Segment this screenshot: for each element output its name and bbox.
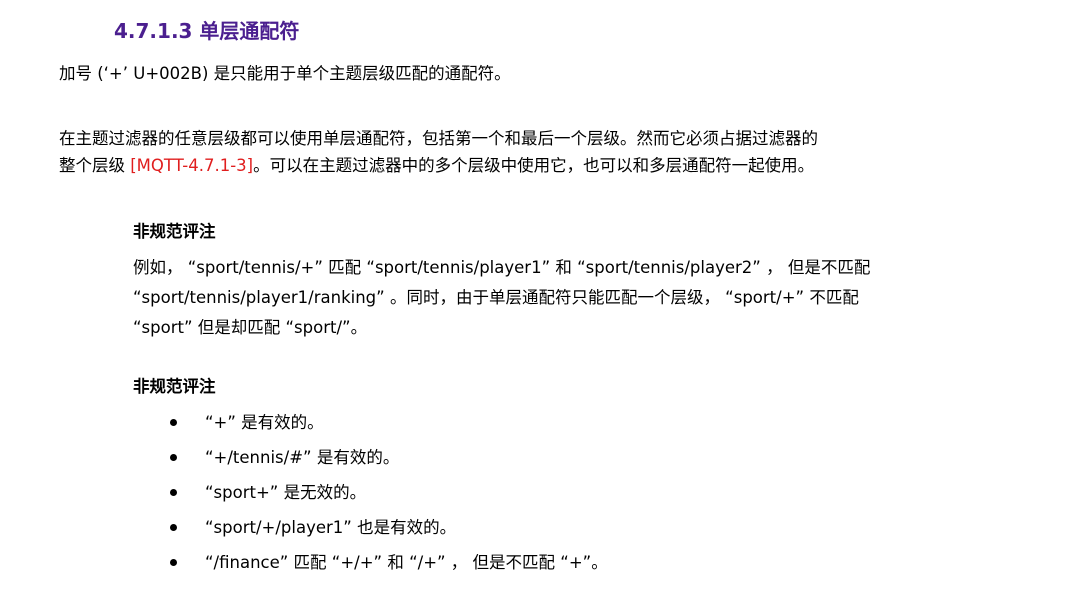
bullet-icon	[170, 419, 177, 426]
note-line: “sport” 但是却匹配 “sport/”。	[133, 318, 368, 337]
paragraph-intro: 加号 (‘+’ U+002B) 是只能用于单个主题层级匹配的通配符。	[59, 64, 511, 83]
bullet-icon	[170, 524, 177, 531]
list-item-text: “/finance” 匹配 “+/+” 和 “/+” ， 但是不匹配 “+”。	[205, 553, 608, 572]
note-line: “sport/tennis/player1/ranking” 。同时，由于单层通…	[133, 288, 859, 307]
list-item-text: “sport+” 是无效的。	[205, 483, 367, 502]
note-line: 例如， “sport/tennis/+” 匹配 “sport/tennis/pl…	[133, 258, 871, 277]
note-title-1: 非规范评注	[133, 222, 216, 241]
note-title-2: 非规范评注	[133, 377, 216, 396]
paragraph-usage-line2-pre: 整个层级	[59, 156, 131, 175]
paragraph-usage-line2: 整个层级 [MQTT-4.7.1-3]。可以在主题过滤器中的多个层级中使用它，也…	[59, 152, 818, 179]
list-item-text: “+” 是有效的。	[205, 413, 324, 432]
bullet-icon	[170, 489, 177, 496]
list-item-text: “+/tennis/#” 是有效的。	[205, 448, 400, 467]
conformance-reference-link[interactable]: [MQTT-4.7.1-3]	[130, 156, 253, 175]
note-body-1: 例如， “sport/tennis/+” 匹配 “sport/tennis/pl…	[133, 253, 870, 343]
bullet-icon	[170, 559, 177, 566]
list-item-text: “sport/+/player1” 也是有效的。	[205, 518, 457, 537]
paragraph-usage: 在主题过滤器的任意层级都可以使用单层通配符，包括第一个和最后一个层级。然而它必须…	[59, 125, 818, 179]
paragraph-usage-line1: 在主题过滤器的任意层级都可以使用单层通配符，包括第一个和最后一个层级。然而它必须…	[59, 129, 818, 148]
paragraph-usage-line2-post: 。可以在主题过滤器中的多个层级中使用它，也可以和多层通配符一起使用。	[253, 156, 815, 175]
section-heading: 4.7.1.3 单层通配符	[114, 19, 300, 43]
bullet-icon	[170, 454, 177, 461]
